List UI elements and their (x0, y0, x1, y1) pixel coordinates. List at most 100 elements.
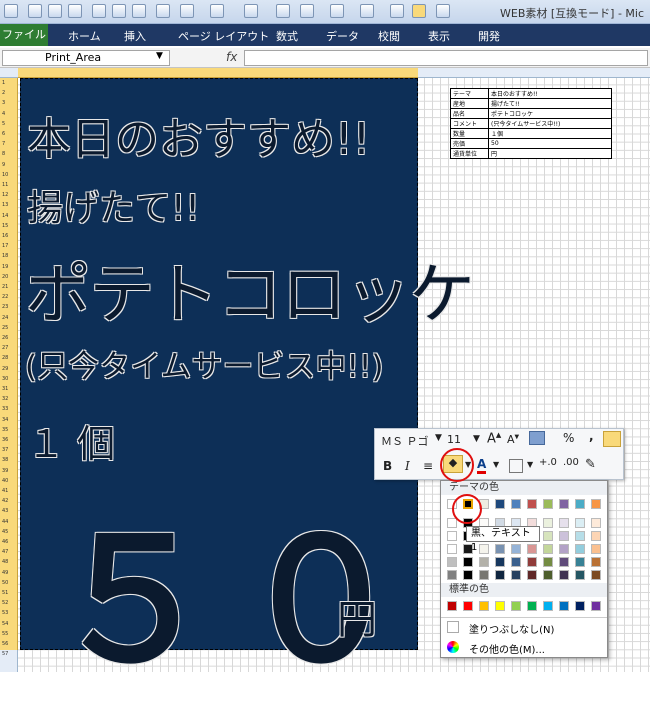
chevron-down-icon[interactable]: ▼ (156, 51, 163, 61)
theme-color-swatch[interactable] (543, 531, 553, 541)
standard-color-swatch[interactable] (591, 601, 601, 611)
print-area-poster[interactable]: 本日のおすすめ!! 揚げたて!! ポテトコロッケ (只今タイムサービス中!!) … (20, 78, 475, 699)
theme-color-swatch[interactable] (527, 570, 537, 580)
row-number[interactable]: 40 (2, 478, 8, 484)
row-number[interactable]: 21 (2, 284, 8, 290)
comma-button[interactable]: , (589, 429, 594, 443)
row-number[interactable]: 32 (2, 396, 8, 402)
theme-color-swatch[interactable] (447, 570, 457, 580)
copy-icon[interactable] (92, 4, 106, 18)
layout-icon[interactable] (412, 4, 426, 18)
table-value-cell[interactable]: １個 (488, 128, 612, 139)
theme-color-swatch[interactable] (591, 518, 601, 528)
theme-color-swatch[interactable] (527, 499, 537, 509)
row-number[interactable]: 27 (2, 345, 8, 351)
theme-color-swatch[interactable] (591, 531, 601, 541)
theme-color-swatch[interactable] (527, 544, 537, 554)
row-number[interactable]: 51 (2, 590, 8, 596)
row-number[interactable]: 25 (2, 325, 8, 331)
tab-view[interactable]: 表示 (428, 28, 450, 44)
table-row[interactable]: 通貨単位円 (450, 148, 612, 159)
table-value-cell[interactable]: 50 (488, 138, 612, 149)
theme-color-swatch[interactable] (479, 544, 489, 554)
theme-color-swatch[interactable] (591, 557, 601, 567)
font-color-icon[interactable] (210, 4, 224, 18)
row-number[interactable]: 8 (2, 151, 5, 157)
theme-color-swatch[interactable] (543, 570, 553, 580)
italic-button[interactable]: I (405, 459, 410, 473)
tab-insert[interactable]: 挿入 (124, 28, 146, 44)
picture-icon[interactable] (276, 4, 290, 18)
row-number[interactable]: 45 (2, 529, 8, 535)
row-number[interactable]: 24 (2, 315, 8, 321)
row-number[interactable]: 56 (2, 641, 8, 647)
tab-file[interactable]: ファイル (0, 24, 48, 46)
decrease-decimal-icon[interactable]: .00 (563, 457, 579, 468)
row-number[interactable]: 6 (2, 131, 5, 137)
theme-color-swatch[interactable] (543, 557, 553, 567)
theme-color-swatch[interactable] (575, 531, 585, 541)
table-value-cell[interactable]: 本日のおすすめ!! (488, 88, 612, 99)
chevron-down-icon[interactable]: ▼ (473, 434, 480, 444)
font-color-icon[interactable]: A (477, 457, 487, 474)
theme-color-swatch[interactable] (511, 544, 521, 554)
table-label-cell[interactable]: 通貨単位 (450, 148, 489, 159)
row-number[interactable]: 18 (2, 253, 8, 259)
row-number[interactable]: 49 (2, 570, 8, 576)
borders-icon[interactable] (509, 459, 523, 473)
row-number[interactable]: 22 (2, 294, 8, 300)
table-label-cell[interactable]: 売価 (450, 138, 489, 149)
chevron-down-icon[interactable]: ▼ (527, 460, 533, 469)
theme-color-swatch[interactable] (559, 570, 569, 580)
row-number[interactable]: 28 (2, 355, 8, 361)
row-number[interactable]: 35 (2, 427, 8, 433)
standard-color-swatch[interactable] (495, 601, 505, 611)
tab-review[interactable]: 校閲 (378, 28, 400, 44)
standard-color-swatch[interactable] (559, 601, 569, 611)
tab-home[interactable]: ホーム (68, 28, 101, 44)
table-value-cell[interactable]: (只今タイムサービス中!!) (488, 118, 612, 129)
tab-formulas[interactable]: 数式 (276, 28, 298, 44)
currency-format-icon[interactable] (529, 431, 545, 445)
theme-color-swatch[interactable] (559, 544, 569, 554)
theme-color-swatch[interactable] (479, 557, 489, 567)
theme-color-swatch[interactable] (495, 499, 505, 509)
theme-color-swatch[interactable] (575, 544, 585, 554)
table-label-cell[interactable]: テーマ (450, 88, 489, 99)
row-number[interactable]: 42 (2, 498, 8, 504)
undo-icon[interactable] (156, 4, 170, 18)
row-number[interactable]: 57 (2, 651, 8, 657)
standard-color-swatch[interactable] (447, 601, 457, 611)
theme-color-swatch[interactable] (591, 499, 601, 509)
row-number[interactable]: 23 (2, 304, 8, 310)
row-number[interactable]: 19 (2, 264, 8, 270)
merge-center-icon[interactable] (603, 431, 621, 447)
theme-color-swatch[interactable] (447, 557, 457, 567)
name-box[interactable]: Print_Area (2, 50, 170, 66)
theme-color-swatch[interactable] (511, 570, 521, 580)
customize-icon[interactable] (436, 4, 450, 18)
theme-color-swatch[interactable] (463, 557, 473, 567)
table-row[interactable]: テーマ 本日のおすすめ!! (450, 88, 612, 99)
row-number[interactable]: 1 (2, 80, 5, 86)
theme-color-swatch[interactable] (495, 570, 505, 580)
insert-function-button[interactable]: fx (226, 50, 237, 64)
row-number[interactable]: 3 (2, 100, 5, 106)
standard-color-swatch[interactable] (511, 601, 521, 611)
borders-icon[interactable] (360, 4, 374, 18)
grow-font-icon[interactable]: A▲ (487, 431, 501, 446)
row-number[interactable]: 38 (2, 457, 8, 463)
standard-color-swatch[interactable] (463, 601, 473, 611)
row-number[interactable]: 30 (2, 376, 8, 382)
row-number[interactable]: 5 (2, 121, 5, 127)
row-number[interactable]: 4 (2, 111, 5, 117)
row-number[interactable]: 37 (2, 447, 8, 453)
table-label-cell[interactable]: 産地 (450, 98, 489, 109)
shapes-icon[interactable] (300, 4, 314, 18)
theme-color-swatch[interactable] (527, 557, 537, 567)
theme-color-swatch[interactable] (543, 499, 553, 509)
standard-color-swatch[interactable] (575, 601, 585, 611)
table-label-cell[interactable]: 品名 (450, 108, 489, 119)
row-number[interactable]: 47 (2, 549, 8, 555)
format-painter-icon[interactable] (132, 4, 146, 18)
